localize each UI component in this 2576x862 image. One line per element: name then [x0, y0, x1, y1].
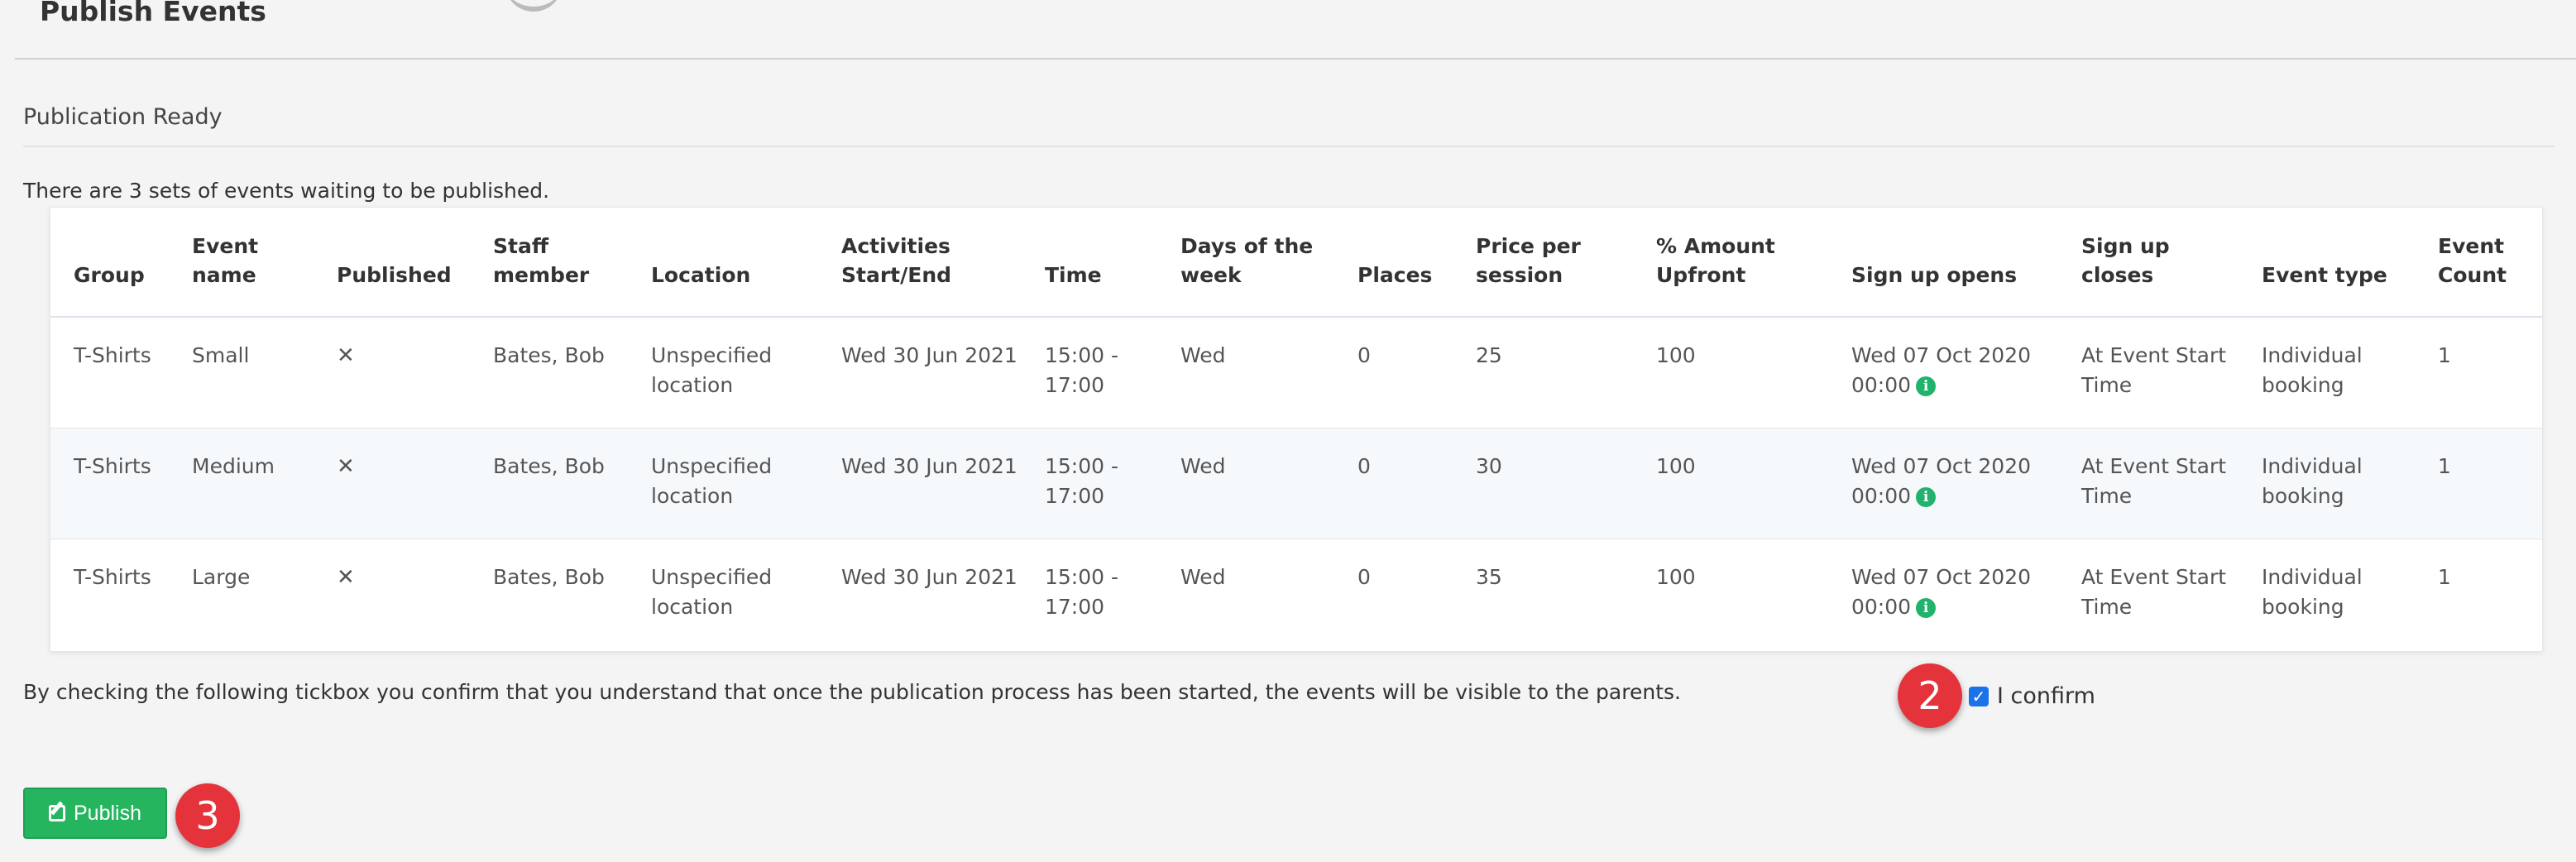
- col-header-signup-closes[interactable]: Sign up closes: [2058, 208, 2238, 318]
- cell-event-name: Medium: [169, 427, 314, 539]
- step-marker-2: 2: [1898, 663, 1962, 728]
- cell-signup-closes: At Event Start Time: [2058, 427, 2238, 539]
- cell-signup-opens: Wed 07 Oct 2020 00:00 i: [1828, 427, 2058, 539]
- section-title: Publication Ready: [23, 104, 223, 130]
- cell-event-name: Small: [169, 316, 314, 428]
- cell-group: T-Shirts: [50, 538, 169, 649]
- cell-upfront: 100: [1633, 427, 1828, 539]
- cell-published: ✕: [314, 427, 470, 539]
- cell-staff: Bates, Bob: [470, 427, 628, 539]
- cell-signup-opens: Wed 07 Oct 2020 00:00 i: [1828, 538, 2058, 649]
- col-header-time[interactable]: Time: [1022, 208, 1157, 318]
- confirm-control[interactable]: ✓ I confirm: [1969, 683, 2095, 709]
- cell-time: 15:00 - 17:00: [1022, 316, 1157, 428]
- cell-staff: Bates, Bob: [470, 538, 628, 649]
- col-header-upfront[interactable]: % Amount Upfront: [1633, 208, 1828, 318]
- step-marker-partial: [505, 0, 563, 12]
- confirm-checkbox[interactable]: ✓: [1969, 686, 1989, 706]
- signup-opens-text: Wed 07 Oct 2020 00:00: [1851, 453, 2032, 508]
- cell-event-count: 1: [2415, 316, 2542, 428]
- cell-event-type: Individual booking: [2238, 427, 2415, 539]
- publish-button[interactable]: Publish: [23, 788, 167, 839]
- cell-event-count: 1: [2415, 538, 2542, 649]
- cell-event-type: Individual booking: [2238, 316, 2415, 428]
- cell-upfront: 100: [1633, 316, 1828, 428]
- cell-time: 15:00 - 17:00: [1022, 538, 1157, 649]
- table-row: T-Shirts Large ✕ Bates, Bob Unspecified …: [50, 538, 2542, 649]
- cell-location: Unspecified location: [628, 538, 818, 649]
- cell-places: 0: [1334, 427, 1453, 539]
- col-header-event-type[interactable]: Event type: [2238, 208, 2415, 318]
- cell-places: 0: [1334, 538, 1453, 649]
- page-title: Publish Events: [40, 0, 266, 27]
- publish-button-label: Publish: [74, 801, 141, 825]
- cell-price: 30: [1453, 427, 1633, 539]
- info-icon[interactable]: i: [1916, 486, 1937, 507]
- col-header-signup-opens[interactable]: Sign up opens: [1828, 208, 2058, 318]
- checkmark-icon: ✓: [1971, 686, 1986, 706]
- cell-location: Unspecified location: [628, 427, 818, 539]
- cell-places: 0: [1334, 316, 1453, 428]
- info-icon[interactable]: i: [1916, 376, 1937, 396]
- not-published-icon: ✕: [337, 453, 355, 479]
- cell-group: T-Shirts: [50, 427, 169, 539]
- cell-signup-closes: At Event Start Time: [2058, 316, 2238, 428]
- not-published-icon: ✕: [337, 564, 355, 590]
- confirm-disclaimer: By checking the following tickbox you co…: [23, 680, 1681, 704]
- cell-activities: Wed 30 Jun 2021: [818, 538, 1022, 649]
- col-header-staff-member[interactable]: Staff member: [470, 208, 628, 318]
- col-header-published[interactable]: Published: [314, 208, 470, 318]
- cell-event-count: 1: [2415, 427, 2542, 539]
- col-header-activities[interactable]: Activities Start/End: [818, 208, 1022, 318]
- col-header-event-count[interactable]: Event Count: [2415, 208, 2542, 318]
- section-divider: [23, 146, 2554, 147]
- col-header-location[interactable]: Location: [628, 208, 818, 318]
- events-table: Group Event name Published Staff member …: [50, 208, 2542, 649]
- cell-days: Wed: [1157, 538, 1334, 649]
- events-table-card: Group Event name Published Staff member …: [50, 207, 2543, 652]
- cell-event-name: Large: [169, 538, 314, 649]
- col-header-event-name[interactable]: Event name: [169, 208, 314, 318]
- cell-event-type: Individual booking: [2238, 538, 2415, 649]
- cell-time: 15:00 - 17:00: [1022, 427, 1157, 539]
- cell-published: ✕: [314, 538, 470, 649]
- cell-published: ✕: [314, 316, 470, 428]
- cell-days: Wed: [1157, 316, 1334, 428]
- cell-activities: Wed 30 Jun 2021: [818, 316, 1022, 428]
- step-marker-3: 3: [175, 783, 240, 848]
- waiting-text: There are 3 sets of events waiting to be…: [23, 179, 550, 203]
- signup-opens-text: Wed 07 Oct 2020 00:00: [1851, 343, 2032, 397]
- cell-price: 35: [1453, 538, 1633, 649]
- col-header-places[interactable]: Places: [1334, 208, 1453, 318]
- table-row: T-Shirts Small ✕ Bates, Bob Unspecified …: [50, 316, 2542, 428]
- table-header-row: Group Event name Published Staff member …: [50, 208, 2542, 318]
- cell-upfront: 100: [1633, 538, 1828, 649]
- cell-group: T-Shirts: [50, 316, 169, 428]
- cell-days: Wed: [1157, 427, 1334, 539]
- table-row: T-Shirts Medium ✕ Bates, Bob Unspecified…: [50, 427, 2542, 539]
- cell-signup-opens: Wed 07 Oct 2020 00:00 i: [1828, 316, 2058, 428]
- col-header-group[interactable]: Group: [50, 208, 169, 318]
- cell-staff: Bates, Bob: [470, 316, 628, 428]
- cell-signup-closes: At Event Start Time: [2058, 538, 2238, 649]
- signup-opens-text: Wed 07 Oct 2020 00:00: [1851, 564, 2032, 619]
- info-icon[interactable]: i: [1916, 597, 1937, 618]
- cell-activities: Wed 30 Jun 2021: [818, 427, 1022, 539]
- confirm-label[interactable]: I confirm: [1997, 683, 2095, 709]
- cell-location: Unspecified location: [628, 316, 818, 428]
- col-header-price[interactable]: Price per session: [1453, 208, 1633, 318]
- cell-price: 25: [1453, 316, 1633, 428]
- edit-icon: [49, 805, 65, 821]
- col-header-days[interactable]: Days of the week: [1157, 208, 1334, 318]
- not-published-icon: ✕: [337, 343, 355, 368]
- header-divider: [15, 58, 2576, 60]
